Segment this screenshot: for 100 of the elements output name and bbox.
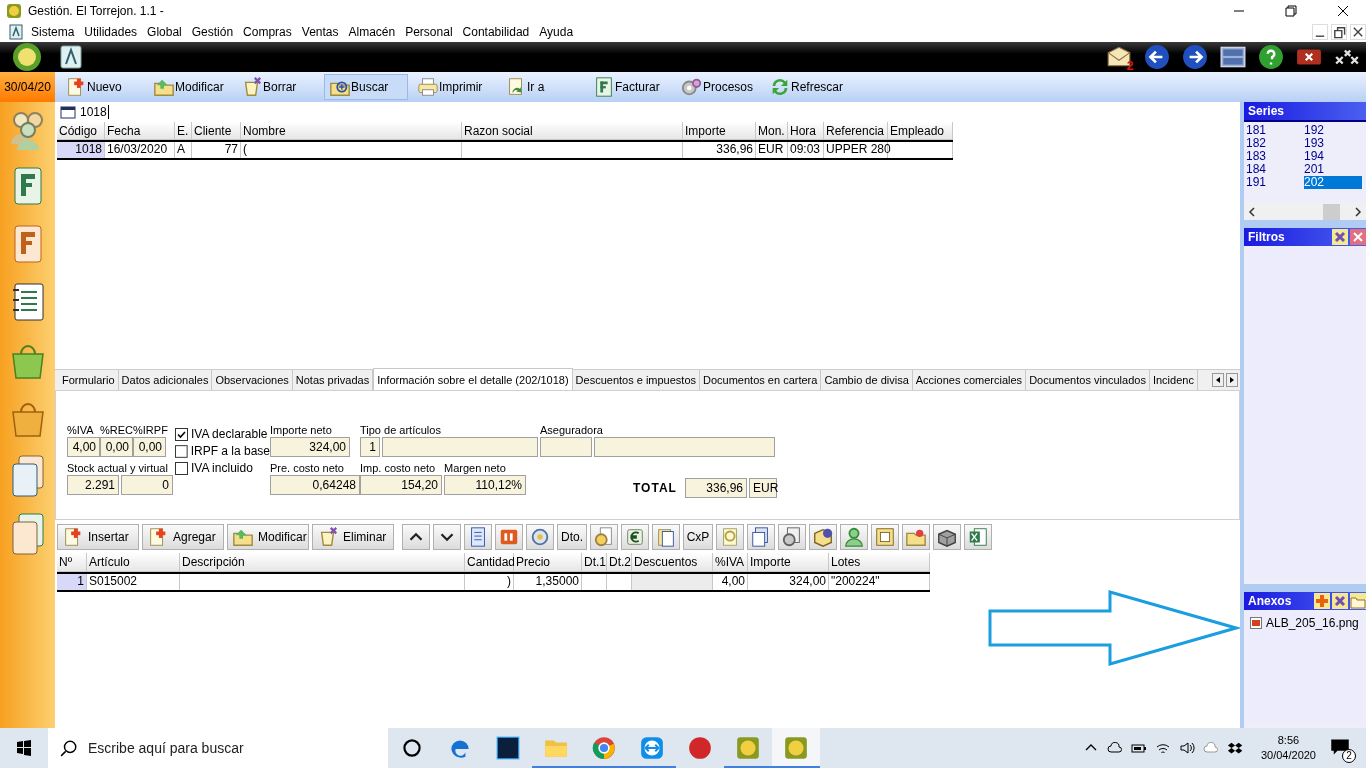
tab[interactable]: Formulario: [59, 370, 119, 390]
windows-start-icon[interactable]: [16, 740, 32, 756]
column-header[interactable]: %IVA: [713, 553, 748, 572]
close-icon[interactable]: [1337, 5, 1349, 17]
column-header[interactable]: E.: [175, 122, 192, 140]
column-header[interactable]: Empleado: [888, 122, 953, 140]
search-field[interactable]: Escribe aquí para buscar: [48, 728, 388, 768]
list-item[interactable]: 194: [1304, 150, 1362, 163]
toolbar-button[interactable]: Borrar: [236, 74, 320, 100]
toolbar-button[interactable]: Buscar: [324, 74, 408, 100]
restore-icon[interactable]: [1285, 5, 1297, 17]
remove-icon[interactable]: [1332, 593, 1348, 609]
input-field[interactable]: 0: [121, 475, 173, 495]
input-field[interactable]: 1: [360, 437, 380, 457]
toolbar-button[interactable]: Dto.: [557, 523, 587, 550]
toolbar-button[interactable]: CxP: [683, 523, 713, 550]
checkbox[interactable]: [175, 461, 188, 475]
speaker-icon[interactable]: [1178, 740, 1195, 756]
input-field[interactable]: 2.291: [67, 475, 119, 495]
column-header[interactable]: Dt.2: [607, 553, 632, 572]
list-item[interactable]: 201: [1304, 163, 1362, 176]
input-field[interactable]: [540, 437, 592, 457]
list-item[interactable]: 192: [1304, 124, 1362, 137]
input-field[interactable]: [594, 437, 775, 457]
toolbar-button[interactable]: Agregar: [142, 523, 224, 550]
input-field[interactable]: 4,00: [67, 437, 100, 457]
list-item[interactable]: 183: [1246, 150, 1304, 163]
toolbar-button[interactable]: Modificar: [148, 74, 232, 100]
column-header[interactable]: Hora: [788, 122, 824, 140]
column-header[interactable]: Nº: [57, 553, 87, 572]
cloud-icon[interactable]: [1106, 740, 1123, 756]
checkbox[interactable]: [175, 444, 188, 458]
scroll-thumb[interactable]: [1323, 203, 1340, 220]
scroll-left-icon[interactable]: [1248, 206, 1256, 217]
list-item[interactable]: 184: [1246, 163, 1304, 176]
clock-time[interactable]: 8:56: [1277, 733, 1300, 748]
column-header[interactable]: Importe: [748, 553, 829, 572]
list-item[interactable]: 193: [1304, 137, 1362, 150]
file-name[interactable]: ALB_205_16.png: [1266, 616, 1359, 630]
tab[interactable]: Documentos en cartera: [700, 370, 822, 390]
clock-date[interactable]: 30/04/2020: [1260, 748, 1316, 763]
toolbar-button[interactable]: Modificar: [227, 523, 309, 550]
column-header[interactable]: Descripción: [180, 553, 465, 572]
menu-item[interactable]: Utilidades: [79, 25, 143, 39]
help-icon[interactable]: [1258, 44, 1284, 70]
input-field[interactable]: 0,00: [133, 437, 166, 457]
toolbar-button[interactable]: [809, 523, 837, 550]
menu-item[interactable]: Ventas: [296, 25, 344, 39]
window-icon[interactable]: [1220, 44, 1246, 70]
scroll-right-icon[interactable]: [1354, 206, 1362, 217]
toolbar-button[interactable]: [621, 523, 649, 550]
tab[interactable]: Información sobre el detalle (202/1018): [373, 368, 573, 390]
input-field[interactable]: 324,00: [270, 437, 350, 457]
input-field[interactable]: 0,00: [100, 437, 133, 457]
column-header[interactable]: Lotes: [829, 553, 930, 572]
column-header[interactable]: Dt.1: [582, 553, 607, 572]
toolbar-button[interactable]: Imprimir: [412, 74, 496, 100]
scroll-right-icon[interactable]: [1226, 373, 1238, 387]
input-field[interactable]: 110,12%: [444, 475, 526, 495]
input-field[interactable]: [382, 437, 538, 457]
column-header[interactable]: Descuentos: [632, 553, 713, 572]
toolbar-button[interactable]: Procesos: [676, 74, 760, 100]
list-item[interactable]: 181: [1246, 124, 1304, 137]
app-logo-icon[interactable]: [772, 728, 820, 768]
menu-item[interactable]: Compras: [238, 25, 297, 39]
add-icon[interactable]: [1314, 593, 1330, 609]
horizontal-scrollbar[interactable]: [1244, 203, 1366, 220]
minimize-icon[interactable]: [1312, 24, 1328, 40]
toolbar-button[interactable]: Insertar: [57, 523, 139, 550]
column-header[interactable]: Importe: [683, 122, 756, 140]
column-header[interactable]: Cliente: [192, 122, 241, 140]
column-header[interactable]: Artículo: [87, 553, 180, 572]
column-header[interactable]: Razon social: [462, 122, 683, 140]
folder-icon[interactable]: [1350, 593, 1366, 609]
column-header[interactable]: Código: [57, 122, 105, 140]
list-item[interactable]: 202: [1304, 176, 1362, 189]
toolbar-button[interactable]: [402, 523, 430, 550]
list-item[interactable]: 182: [1246, 137, 1304, 150]
column-header[interactable]: Cantidad: [465, 553, 514, 572]
column-header[interactable]: Referencia: [824, 122, 888, 140]
menu-item[interactable]: Sistema: [26, 25, 80, 39]
scroll-left-icon[interactable]: [1212, 373, 1224, 387]
toolbar-button[interactable]: [778, 523, 806, 550]
menu-item[interactable]: Almacén: [343, 25, 401, 39]
toolbar-button[interactable]: Nuevo: [60, 74, 144, 100]
input-field[interactable]: 154,20: [360, 475, 442, 495]
tab[interactable]: Acciones comerciales: [912, 370, 1027, 390]
checkbox[interactable]: [175, 427, 188, 441]
remove-icon[interactable]: [1332, 229, 1348, 245]
dropbox-icon[interactable]: [1226, 740, 1243, 756]
menu-item[interactable]: Global: [142, 25, 187, 39]
toolbar-button[interactable]: [933, 523, 961, 550]
menu-item[interactable]: Gestión: [186, 25, 239, 39]
input-field[interactable]: 0,64248: [270, 475, 360, 495]
toolbar-button[interactable]: Eliminar: [312, 523, 394, 550]
toolbar-button[interactable]: Facturar: [588, 74, 672, 100]
toolbar-button[interactable]: Refrescar: [764, 74, 848, 100]
search-field[interactable]: 1018: [80, 105, 109, 119]
document-icon[interactable]: [60, 45, 82, 69]
menu-item[interactable]: Personal: [400, 25, 458, 39]
